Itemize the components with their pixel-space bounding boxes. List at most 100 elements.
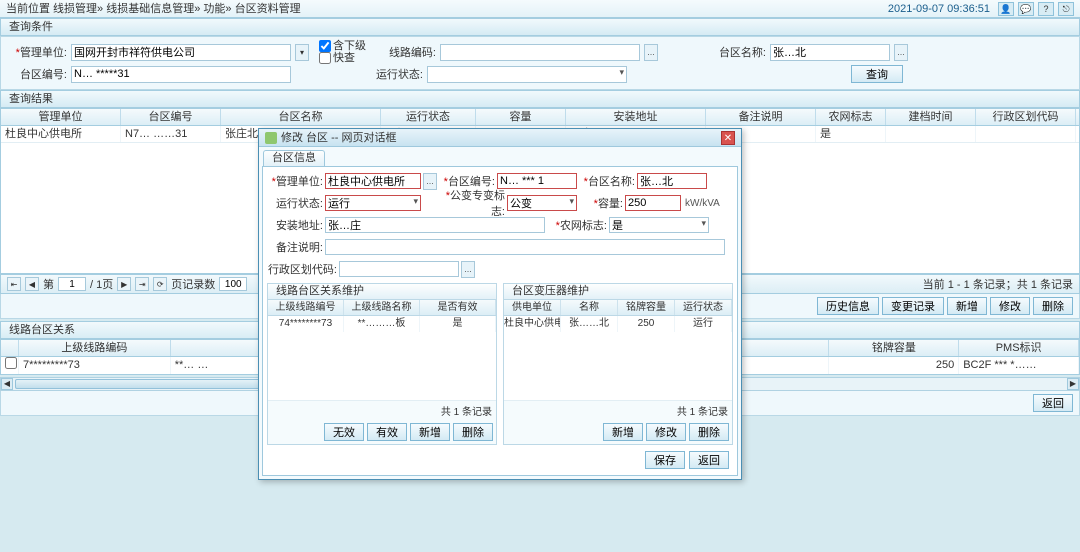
cell: [886, 126, 976, 142]
sub-row-checkbox[interactable]: [5, 357, 17, 369]
line-code-input[interactable]: [440, 44, 640, 61]
pager-next-icon[interactable]: ▶: [117, 277, 131, 291]
m-right-total: 共 1 条记录: [504, 400, 732, 420]
m-mgmt-input[interactable]: [325, 173, 421, 189]
col-header: 名称: [561, 300, 618, 315]
m-cap-unit: kW/kVA: [685, 198, 720, 209]
m-right-tab[interactable]: 台区变压器维护: [504, 284, 732, 300]
pager-label-1: 第: [43, 276, 54, 292]
history-button[interactable]: 历史信息: [817, 297, 879, 315]
m-rural-label: 农网标志:: [547, 217, 607, 233]
user-icon[interactable]: 👤: [998, 2, 1014, 16]
m-cap-label: 容量:: [579, 195, 623, 211]
col-header: 运行状态: [675, 300, 732, 315]
close-icon[interactable]: ✕: [721, 131, 735, 145]
edit-button[interactable]: 修改: [990, 297, 1030, 315]
area-code-label: 台区编号:: [7, 66, 67, 82]
pager-rec-label: 页记录数: [171, 276, 215, 292]
m-install-input[interactable]: [325, 217, 545, 233]
add-button[interactable]: 新增: [947, 297, 987, 315]
col-header: 上级线路名称: [344, 300, 420, 315]
area-name-picker-icon[interactable]: …: [894, 44, 908, 61]
cell: 是: [816, 126, 886, 142]
help-icon[interactable]: ?: [1038, 2, 1054, 16]
delete-button[interactable]: 删除: [1033, 297, 1073, 315]
search-button[interactable]: 查询: [851, 65, 903, 83]
return-button[interactable]: 返回: [1033, 394, 1073, 412]
area-name-input[interactable]: [770, 44, 890, 61]
col-header: 备注说明: [706, 109, 816, 125]
run-state-select[interactable]: [427, 66, 627, 83]
m-right-edit-button[interactable]: 修改: [646, 423, 686, 441]
m-invalid-button[interactable]: 无效: [324, 423, 364, 441]
chat-icon[interactable]: 💬: [1018, 2, 1034, 16]
line-code-picker-icon[interactable]: …: [644, 44, 658, 61]
m-remark-input[interactable]: [325, 239, 725, 255]
m-code-input[interactable]: [497, 173, 577, 189]
mgmt-unit-picker-icon[interactable]: ▾: [295, 44, 309, 61]
pager-prev-icon[interactable]: ◀: [25, 277, 39, 291]
include-sub-label: 含下级: [333, 41, 366, 51]
m-rural-select[interactable]: [609, 217, 709, 233]
m-right-add-button[interactable]: 新增: [603, 423, 643, 441]
mgmt-unit-input[interactable]: [71, 44, 291, 61]
cell: N7… ……31: [121, 126, 221, 142]
m-right-del-button[interactable]: 删除: [689, 423, 729, 441]
col-header: 铭牌容量: [829, 340, 959, 356]
col-header: PMS标识: [959, 340, 1079, 356]
cell: 张……北: [561, 316, 618, 332]
query-section-header: 查询条件: [0, 18, 1080, 36]
mgmt-unit-label: 管理单位:: [7, 44, 67, 60]
m-back-button[interactable]: 返回: [689, 451, 729, 469]
col-header: 行政区划代码: [976, 109, 1076, 125]
m-save-button[interactable]: 保存: [645, 451, 685, 469]
pager-first-icon[interactable]: ⇤: [7, 277, 21, 291]
m-left-add-button[interactable]: 新增: [410, 423, 450, 441]
sub-cell: 7*********73: [19, 357, 171, 374]
col-header: 上级线路编码: [19, 340, 171, 356]
m-name-input[interactable]: [637, 173, 707, 189]
pager-refresh-icon[interactable]: ⟳: [153, 277, 167, 291]
include-sub-checkbox[interactable]: [319, 40, 331, 52]
fast-label: 快查: [333, 53, 355, 63]
m-state-select[interactable]: [325, 195, 421, 211]
fast-checkbox[interactable]: [319, 52, 331, 64]
m-name-label: 台区名称:: [579, 173, 635, 189]
m-admin-input[interactable]: [339, 261, 459, 277]
m-left-panel: 线路台区关系维护 上级线路编号上级线路名称是否有效 74********73**…: [267, 283, 497, 445]
tab-area-info[interactable]: 台区信息: [263, 150, 325, 166]
m-left-tab[interactable]: 线路台区关系维护: [268, 284, 496, 300]
m-cap-input[interactable]: [625, 195, 681, 211]
line-code-label: 线路编码:: [376, 44, 436, 60]
m-admin-picker-icon[interactable]: …: [461, 261, 475, 278]
m-left-total: 共 1 条记录: [268, 400, 496, 420]
cell: 74********73: [268, 316, 344, 332]
logout-icon[interactable]: ⎋: [1058, 2, 1074, 16]
area-code-input[interactable]: [71, 66, 291, 83]
cell: [976, 126, 1076, 142]
pager-page-input[interactable]: [58, 277, 86, 291]
sub-cell: 250: [829, 357, 959, 374]
m-left-del-button[interactable]: 删除: [453, 423, 493, 441]
scroll-right-icon[interactable]: ▶: [1067, 378, 1079, 390]
scroll-left-icon[interactable]: ◀: [1, 378, 13, 390]
m-pubpriv-select[interactable]: [507, 195, 577, 211]
m-state-label: 运行状态:: [267, 195, 323, 211]
col-header: 供电单位: [504, 300, 561, 315]
pager-last-icon[interactable]: ⇥: [135, 277, 149, 291]
col-header: [1, 340, 19, 356]
cell: 是: [420, 316, 496, 332]
cell: 杜良中心供电所: [504, 316, 561, 332]
m-install-label: 安装地址:: [267, 217, 323, 233]
col-header: 铭牌容量: [618, 300, 675, 315]
dialog-app-icon: [265, 132, 277, 144]
changelog-button[interactable]: 变更记录: [882, 297, 944, 315]
pager-recs-input[interactable]: [219, 277, 247, 291]
run-state-label: 运行状态:: [363, 66, 423, 82]
m-valid-button[interactable]: 有效: [367, 423, 407, 441]
col-header: 运行状态: [381, 109, 476, 125]
edit-dialog: 修改 台区 -- 网页对话框 ✕ 台区信息 管理单位: … 台区编号: 台区名称…: [258, 128, 742, 480]
sub-cell: BC2F *** *…… ………… 1827453F: [959, 357, 1079, 374]
m-admin-label: 行政区划代码:: [267, 261, 337, 277]
area-name-label: 台区名称:: [706, 44, 766, 60]
